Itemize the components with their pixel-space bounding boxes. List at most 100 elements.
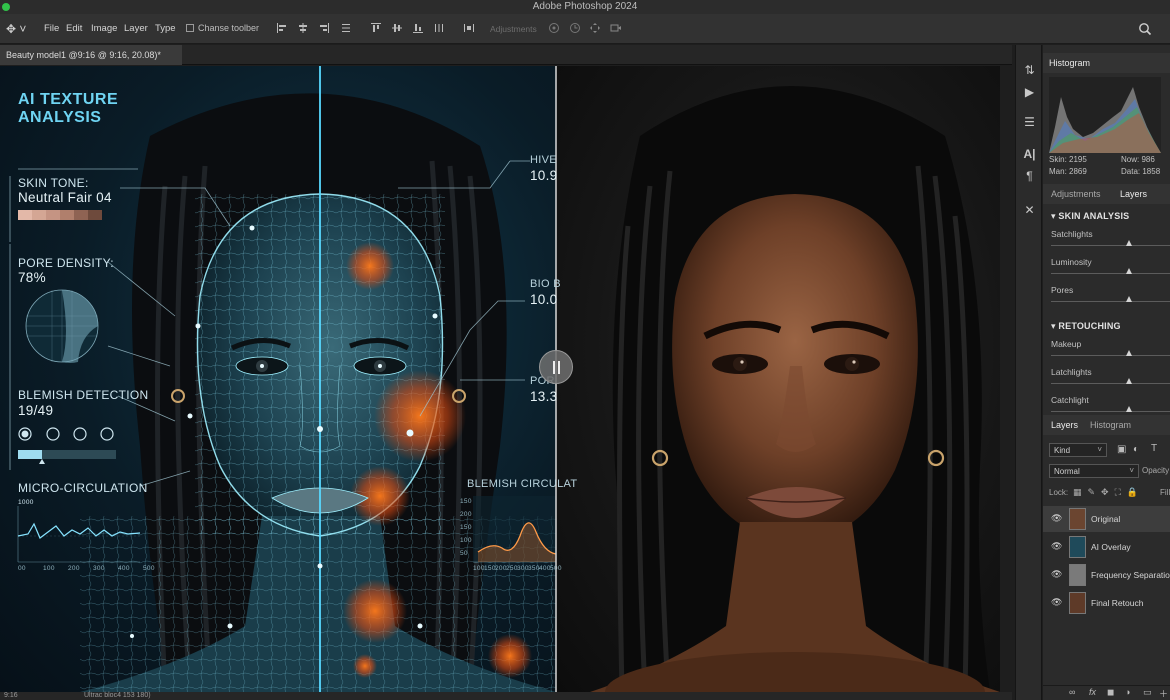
- layers-footer: ∞ fx ◼ ◑ ▭ ＋: [1043, 685, 1170, 700]
- tab-layers-top[interactable]: Layers: [1120, 189, 1147, 199]
- skin-swatch: [74, 210, 88, 220]
- slider-track[interactable]: [1051, 411, 1170, 412]
- align-right-icon[interactable]: [318, 22, 330, 34]
- adjust-sliders-icon[interactable]: ☰: [1022, 115, 1037, 130]
- slider-track[interactable]: [1051, 301, 1170, 302]
- align-bottom-icon[interactable]: [412, 22, 424, 34]
- filter-type-icon[interactable]: T: [1151, 443, 1157, 454]
- histogram-tab-strip: Histogram: [1043, 53, 1170, 73]
- menu-layer[interactable]: Layer: [124, 23, 148, 34]
- visibility-eye-icon[interactable]: 👁: [1051, 513, 1062, 524]
- layer-name: Frequency Separation: [1091, 570, 1170, 580]
- lock-icons[interactable]: ▦✎✥⛶🔒: [1073, 487, 1144, 498]
- document-tab[interactable]: Beauty model1 @9:16 @ 9:16, 20.08)*: [0, 45, 182, 65]
- zoom-level[interactable]: 9:16: [4, 692, 18, 699]
- align-top-icon[interactable]: [370, 22, 382, 34]
- skin-swatch: [18, 210, 32, 220]
- adjustment-layer-icon[interactable]: ◑: [1125, 687, 1130, 697]
- status-info: Ultrac bloc4 153 180): [84, 692, 151, 699]
- layer-row[interactable]: 👁 Frequency Separation: [1043, 562, 1170, 588]
- align-middle-icon[interactable]: [391, 22, 403, 34]
- filter-adjustment-icon[interactable]: ◐: [1133, 444, 1139, 455]
- image-canvas[interactable]: AI TEXTURE ANALYSIS SKIN TONE: Neutral F…: [0, 66, 1000, 692]
- tick-label: 300: [517, 565, 529, 572]
- distribute-spacing-icon[interactable]: [463, 22, 475, 34]
- toolbar-checkbox[interactable]: [186, 24, 194, 32]
- visibility-eye-icon[interactable]: 👁: [1051, 597, 1062, 608]
- layer-row[interactable]: 👁 Final Retouch: [1043, 590, 1170, 616]
- tab-adjustments[interactable]: Adjustments: [1051, 189, 1101, 199]
- blemish-detection-label: BLEMISH DETECTION: [18, 388, 149, 402]
- move-tool-icon[interactable]: ✥ ˅: [6, 22, 32, 36]
- menu-file[interactable]: File: [44, 23, 59, 34]
- pan-icon[interactable]: [589, 22, 601, 34]
- slider-thumb[interactable]: [1125, 378, 1132, 384]
- tab-layers[interactable]: Layers: [1051, 420, 1078, 430]
- chevron-down-icon: ˅: [1097, 445, 1102, 454]
- right-value-3: 13.3: [530, 389, 558, 404]
- paragraph-icon[interactable]: ¶: [1022, 169, 1037, 184]
- clock-icon[interactable]: [569, 22, 581, 34]
- micro-axis-top: 1000: [18, 499, 34, 506]
- opacity-label: Opacity: [1142, 466, 1170, 475]
- filter-image-icon[interactable]: ▣: [1117, 444, 1126, 455]
- group-icon[interactable]: ▭: [1143, 687, 1152, 698]
- mask-icon[interactable]: ◼: [1107, 687, 1114, 698]
- slider-track[interactable]: [1051, 355, 1170, 356]
- layer-name: AI Overlay: [1091, 542, 1131, 552]
- slider-label: Pores: [1051, 285, 1074, 295]
- properties-icon[interactable]: ⇅: [1022, 63, 1037, 78]
- search-icon[interactable]: [1138, 22, 1152, 36]
- video-icon[interactable]: [610, 22, 622, 34]
- adjust-section-0[interactable]: ▾ SKIN ANALYSIS: [1051, 211, 1129, 222]
- slider-thumb[interactable]: [1125, 296, 1132, 302]
- target-icon[interactable]: [548, 22, 560, 34]
- skin-swatch: [46, 210, 60, 220]
- right-panels: Histogram Skin: 2195 Now: 986 Man: 2869 …: [1043, 45, 1170, 700]
- link-layers-icon[interactable]: ∞: [1069, 687, 1075, 697]
- hist-stat-man: Man: 2869: [1049, 167, 1087, 176]
- slider-thumb[interactable]: [1125, 240, 1132, 246]
- character-icon[interactable]: A|: [1022, 147, 1037, 162]
- distribute-icon[interactable]: [340, 22, 352, 34]
- menu-edit[interactable]: Edit: [66, 23, 82, 34]
- align-center-icon[interactable]: [297, 22, 309, 34]
- layer-name: Final Retouch: [1091, 598, 1144, 608]
- blemish-detection-value: 19/49: [18, 403, 54, 418]
- histogram-graph: [1049, 77, 1161, 153]
- slider-track[interactable]: [1051, 383, 1170, 384]
- tick-label: 250: [506, 565, 518, 572]
- layer-row[interactable]: 👁 AI Overlay: [1043, 534, 1170, 560]
- visibility-eye-icon[interactable]: 👁: [1051, 569, 1062, 580]
- adjust-section-1[interactable]: ▾ RETOUCHING: [1051, 321, 1121, 332]
- play-icon[interactable]: ▶: [1022, 85, 1037, 100]
- visibility-eye-icon[interactable]: 👁: [1051, 541, 1062, 552]
- slider-track[interactable]: [1051, 273, 1170, 274]
- slider-track[interactable]: [1051, 245, 1170, 246]
- distribute-vertical-icon[interactable]: [433, 22, 445, 34]
- slider-thumb[interactable]: [1125, 350, 1132, 356]
- menu-type[interactable]: Type: [155, 23, 176, 34]
- tick-label: 150: [460, 498, 472, 505]
- hist-stat-skin: Skin: 2195: [1049, 155, 1087, 164]
- compare-split-handle[interactable]: [539, 350, 573, 384]
- tab-histogram-secondary[interactable]: Histogram: [1090, 420, 1131, 430]
- menu-image[interactable]: Image: [91, 23, 117, 34]
- tick-label: 200: [495, 565, 507, 572]
- blend-mode-select[interactable]: Normal ˅: [1049, 464, 1139, 478]
- align-left-icon[interactable]: [276, 22, 288, 34]
- hist-stat-data: Data: 1858: [1121, 167, 1161, 176]
- tab-histogram[interactable]: Histogram: [1049, 58, 1090, 68]
- document-tab-bar: Beauty model1 @9:16 @ 9:16, 20.08)*: [0, 45, 1012, 65]
- overlay-title: AI TEXTURE ANALYSIS: [18, 91, 119, 126]
- layer-kind-filter[interactable]: Kind ˅: [1049, 443, 1107, 457]
- fx-icon[interactable]: fx: [1089, 687, 1096, 697]
- new-layer-icon[interactable]: ＋: [1159, 687, 1168, 700]
- slider-thumb[interactable]: [1125, 406, 1132, 412]
- blemish-circulation-label: BLEMISH CIRCULAT: [467, 478, 578, 490]
- layer-row[interactable]: 👁 Original: [1043, 506, 1170, 532]
- panel-tool-strip: ⇅ ▶ ☰ A| ¶ ✕: [1015, 45, 1042, 700]
- menu-bar: ✥ ˅ File Edit Image Layer Type Chanse to…: [0, 14, 1170, 44]
- tools-icon[interactable]: ✕: [1022, 203, 1037, 218]
- slider-thumb[interactable]: [1125, 268, 1132, 274]
